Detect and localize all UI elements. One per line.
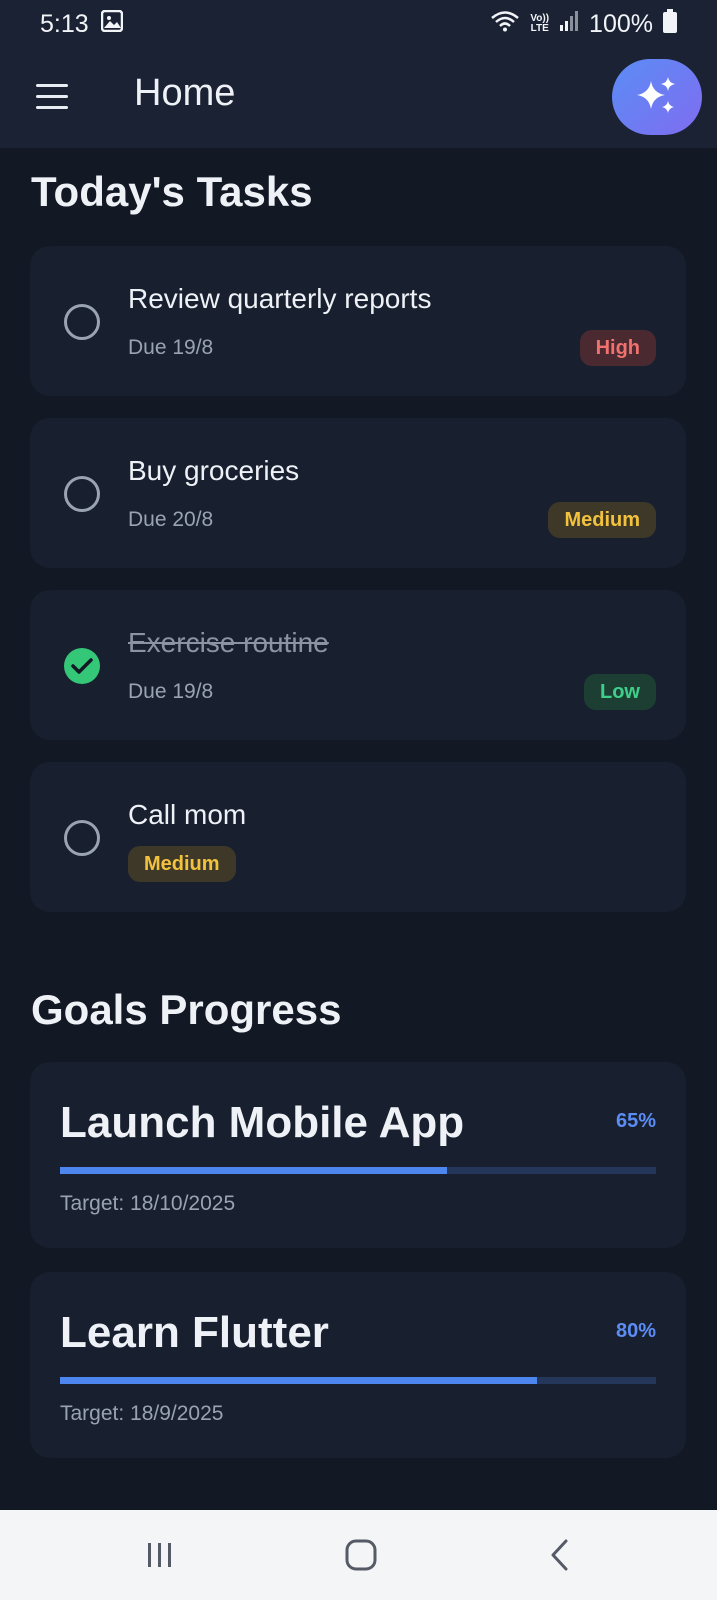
goal-progress-fill: [60, 1167, 448, 1174]
goal-progress-track: [60, 1377, 656, 1384]
goal-percent: 65%: [615, 1110, 656, 1132]
task-card[interactable]: Call mom Medium: [30, 762, 686, 912]
goal-title: Launch Mobile App: [60, 1098, 465, 1147]
goal-progress-fill: [60, 1377, 537, 1384]
goal-percent: 80%: [615, 1320, 656, 1342]
task-due: Due 19/8: [128, 680, 214, 703]
priority-badge: Medium: [128, 846, 236, 882]
battery-icon: [663, 8, 677, 40]
task-title: Exercise routine: [128, 627, 329, 658]
goals-section-title: Goals Progress: [31, 986, 342, 1033]
ai-assistant-button[interactable]: [612, 59, 702, 135]
status-bar: 5:13 Vo)) LTE 100%: [0, 0, 717, 48]
menu-button[interactable]: [34, 82, 72, 114]
goal-title: Learn Flutter: [60, 1308, 329, 1357]
volte-bottom: LTE: [530, 23, 549, 34]
menu-icon-line: [36, 95, 68, 98]
signal-icon: [559, 10, 579, 39]
status-time: 5:13: [40, 9, 89, 38]
tasks-section-title: Today's Tasks: [31, 168, 313, 215]
task-due: Due 19/8: [128, 336, 214, 359]
goal-card[interactable]: Launch Mobile App 65% Target: 18/10/2025: [30, 1062, 686, 1248]
sparkles-icon: [635, 73, 679, 122]
task-title: Buy groceries: [128, 455, 300, 486]
status-left: 5:13: [40, 9, 123, 39]
check-circle-icon[interactable]: [64, 648, 100, 684]
battery-percent: 100%: [589, 9, 653, 38]
status-right: Vo)) LTE 100%: [490, 8, 677, 40]
app-bar: Home: [0, 48, 717, 148]
circle-outline-icon[interactable]: [64, 476, 100, 512]
task-card[interactable]: Exercise routine Due 19/8 Low: [30, 590, 686, 740]
goal-card[interactable]: Learn Flutter 80% Target: 18/9/2025: [30, 1272, 686, 1458]
priority-badge: Medium: [548, 502, 656, 538]
wifi-icon: [490, 10, 520, 39]
task-card[interactable]: Buy groceries Due 20/8 Medium: [30, 418, 686, 568]
goal-target: Target: 18/10/2025: [60, 1192, 236, 1215]
task-title: Review quarterly reports: [128, 283, 432, 314]
recent-apps-icon[interactable]: [145, 1540, 175, 1575]
goal-target: Target: 18/9/2025: [60, 1402, 224, 1425]
page-title: Home: [134, 72, 236, 114]
back-icon[interactable]: [548, 1538, 572, 1577]
task-due: Due 20/8: [128, 508, 214, 531]
menu-icon-line: [36, 84, 68, 87]
task-title: Call mom: [128, 799, 247, 830]
gallery-notification-icon: [100, 9, 123, 39]
home-icon[interactable]: [344, 1538, 378, 1577]
circle-outline-icon[interactable]: [64, 820, 100, 856]
circle-outline-icon[interactable]: [64, 304, 100, 340]
menu-icon-line: [36, 106, 68, 109]
priority-badge: High: [579, 330, 656, 366]
goal-progress-track: [60, 1167, 656, 1174]
volte-icon: Vo)) LTE: [530, 14, 549, 34]
system-nav-bar: [0, 1510, 717, 1600]
priority-badge: Low: [584, 674, 656, 710]
task-card[interactable]: Review quarterly reports Due 19/8 High: [30, 246, 686, 396]
